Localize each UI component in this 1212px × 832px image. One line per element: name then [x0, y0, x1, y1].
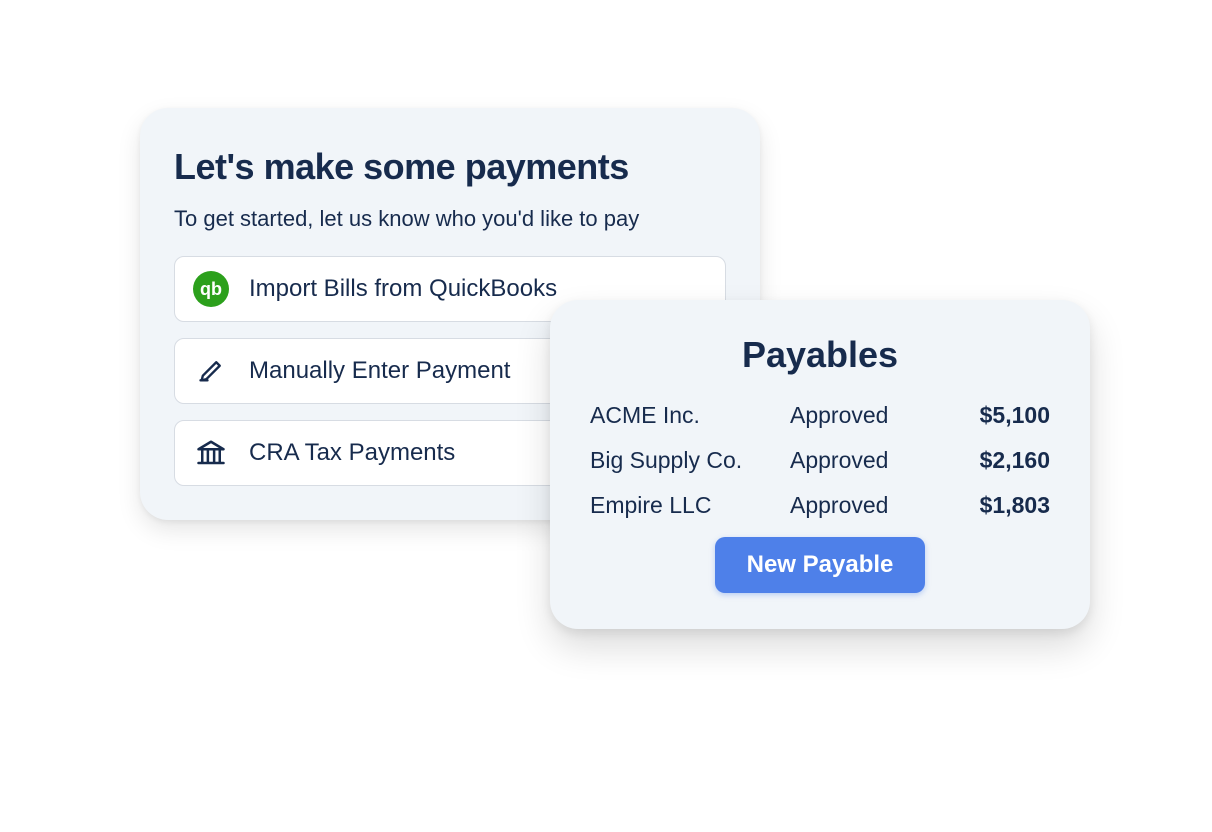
payable-name: Empire LLC: [590, 492, 790, 519]
table-row: Empire LLC Approved $1,803: [590, 492, 1050, 519]
payable-amount: $2,160: [930, 447, 1050, 474]
table-row: Big Supply Co. Approved $2,160: [590, 447, 1050, 474]
payable-amount: $5,100: [930, 402, 1050, 429]
option-label: CRA Tax Payments: [249, 439, 455, 467]
table-row: ACME Inc. Approved $5,100: [590, 402, 1050, 429]
payable-name: ACME Inc.: [590, 402, 790, 429]
quickbooks-icon: qb: [193, 271, 229, 307]
payable-name: Big Supply Co.: [590, 447, 790, 474]
payable-status: Approved: [790, 402, 930, 429]
new-payable-button[interactable]: New Payable: [715, 537, 926, 593]
payable-status: Approved: [790, 492, 930, 519]
payments-title: Let's make some payments: [174, 146, 726, 188]
option-label: Manually Enter Payment: [249, 357, 510, 385]
payable-amount: $1,803: [930, 492, 1050, 519]
option-label: Import Bills from QuickBooks: [249, 275, 557, 303]
payables-title: Payables: [590, 334, 1050, 376]
payables-card: Payables ACME Inc. Approved $5,100 Big S…: [550, 300, 1090, 629]
bank-icon: [193, 435, 229, 471]
payable-status: Approved: [790, 447, 930, 474]
pencil-icon: [193, 353, 229, 389]
payments-subtitle: To get started, let us know who you'd li…: [174, 206, 726, 232]
